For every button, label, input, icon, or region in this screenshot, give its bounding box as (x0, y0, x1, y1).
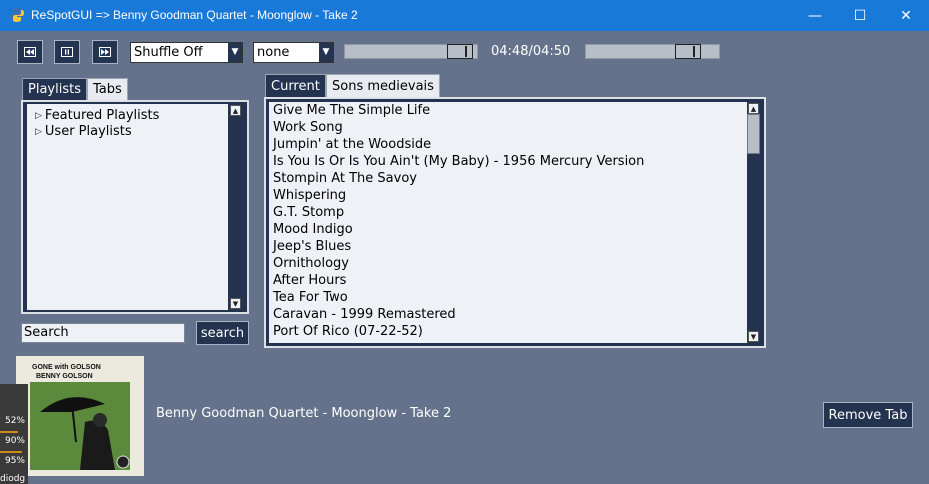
album-cover: GONE with GOLSON BENNY GOLSON (16, 356, 144, 476)
tab-playlists[interactable]: Playlists (22, 78, 87, 101)
track-item[interactable]: Ornithology (269, 255, 747, 272)
stat-value: 90% (4, 436, 25, 446)
tracklist-panel: Give Me The Simple Life Work Song Jumpin' … (264, 97, 766, 348)
playlists-panel: ▷ Featured Playlists ▷ User Playlists ▲ … (21, 100, 249, 314)
scroll-thumb[interactable] (747, 114, 760, 154)
progress-slider-handle[interactable] (447, 44, 473, 59)
tree-item-label: User Playlists (44, 124, 132, 139)
track-item[interactable]: Work Song (269, 119, 747, 136)
volume-slider-handle[interactable] (675, 44, 701, 59)
window-title: ReSpotGUI => Benny Goodman Quartet - Moo… (31, 8, 358, 22)
album-artist: BENNY GOLSON (36, 373, 93, 380)
fast-forward-icon (99, 47, 111, 57)
track-item[interactable]: Give Me The Simple Life (269, 102, 747, 119)
scroll-up-icon[interactable]: ▲ (748, 103, 759, 114)
tracklist-scrollbar[interactable]: ▲ ▼ (747, 102, 761, 343)
progress-slider[interactable] (344, 44, 478, 59)
minimize-button[interactable]: — (792, 0, 838, 31)
now-playing-label: Benny Goodman Quartet - Moonglow - Take … (156, 406, 452, 421)
shuffle-select[interactable]: Shuffle Off ▼ (130, 42, 243, 63)
track-item[interactable]: Whispering (269, 187, 747, 204)
track-item[interactable]: Stompin At The Savoy (269, 170, 747, 187)
stat-value: 95% (4, 456, 25, 466)
shuffle-value: Shuffle Off (134, 45, 203, 60)
rewind-icon (24, 47, 36, 57)
track-item[interactable]: Jeep's Blues (269, 238, 747, 255)
search-button[interactable]: search (196, 321, 249, 345)
search-input[interactable]: Search (21, 323, 185, 343)
next-button[interactable] (92, 40, 118, 64)
track-item[interactable]: After Hours (269, 272, 747, 289)
overlay-label: diodg (0, 474, 26, 484)
expand-arrow-icon: ▷ (35, 126, 42, 137)
title-bar: ReSpotGUI => Benny Goodman Quartet - Moo… (0, 0, 929, 31)
album-artwork (30, 382, 130, 470)
track-item[interactable]: Mood Indigo (269, 221, 747, 238)
tab-current[interactable]: Current (265, 74, 326, 99)
tree-item-featured-playlists[interactable]: ▷ Featured Playlists (35, 108, 159, 123)
track-item[interactable]: Is You Is Or Is You Ain't (My Baby) - 19… (269, 153, 747, 170)
tree-item-user-playlists[interactable]: ▷ User Playlists (35, 124, 132, 139)
track-item[interactable]: Port Of Rico (07-22-52) (269, 323, 747, 340)
scroll-down-icon[interactable]: ▼ (748, 331, 759, 342)
time-display: 04:48/04:50 (491, 44, 571, 59)
tab-sons-medievais[interactable]: Sons medievais (326, 74, 440, 99)
scroll-up-icon[interactable]: ▲ (230, 105, 241, 116)
stat-bar (0, 431, 18, 433)
system-stats-overlay: 52% 90% 95% diodg (0, 384, 28, 484)
tree-item-label: Featured Playlists (44, 108, 160, 123)
track-item[interactable]: Caravan - 1999 Remastered (269, 306, 747, 323)
track-item[interactable]: G.T. Stomp (269, 204, 747, 221)
playlist-scrollbar[interactable]: ▲ ▼ (229, 104, 243, 310)
track-item[interactable]: Jumpin' at the Woodside (269, 136, 747, 153)
remove-tab-button[interactable]: Remove Tab (823, 402, 913, 428)
expand-arrow-icon: ▷ (35, 110, 42, 121)
repeat-value: none (257, 45, 290, 60)
track-list: Give Me The Simple Life Work Song Jumpin' … (269, 102, 747, 343)
stat-value: 52% (4, 416, 25, 426)
pause-button[interactable] (54, 40, 80, 64)
maximize-button[interactable]: ☐ (837, 0, 883, 31)
previous-button[interactable] (17, 40, 43, 64)
volume-slider[interactable] (585, 44, 720, 59)
stat-bar (0, 451, 22, 453)
chevron-down-icon: ▼ (228, 43, 242, 62)
python-logo-icon (10, 8, 24, 22)
scroll-down-icon[interactable]: ▼ (230, 298, 241, 309)
playlist-tree: ▷ Featured Playlists ▷ User Playlists (27, 104, 228, 310)
pause-icon (61, 47, 73, 57)
close-button[interactable]: ✕ (883, 0, 929, 31)
repeat-select[interactable]: none ▼ (253, 42, 334, 63)
chevron-down-icon: ▼ (319, 43, 333, 62)
track-item[interactable]: Tea For Two (269, 289, 747, 306)
tab-tabs[interactable]: Tabs (87, 78, 128, 101)
album-title: GONE with GOLSON (32, 364, 101, 371)
